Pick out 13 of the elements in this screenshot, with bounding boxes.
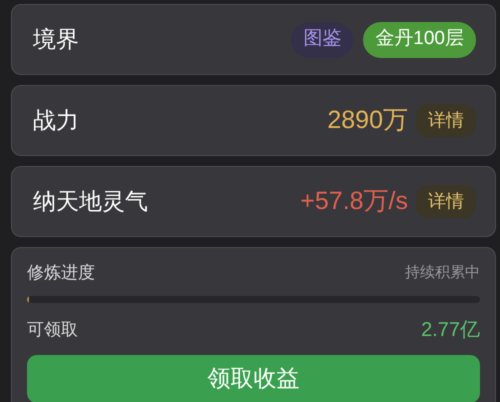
row-label: 战力 — [33, 106, 80, 136]
claim-label: 可领取 — [27, 318, 78, 341]
claim-value: 2.77亿 — [421, 318, 480, 342]
details-button[interactable]: 详情 — [416, 104, 476, 137]
row-label: 境界 — [33, 25, 80, 54]
progress-title: 修炼进度 — [27, 262, 95, 284]
badge: 金丹100层 — [363, 22, 476, 58]
stat-value: 2890万 — [327, 104, 408, 136]
progress-status: 持续积累中 — [405, 262, 480, 282]
stat-value: +57.8万/s — [300, 186, 408, 217]
details-button[interactable]: 详情 — [416, 185, 476, 218]
row-label: 纳天地灵气 — [33, 187, 149, 216]
badge[interactable]: 图鉴 — [291, 22, 354, 58]
